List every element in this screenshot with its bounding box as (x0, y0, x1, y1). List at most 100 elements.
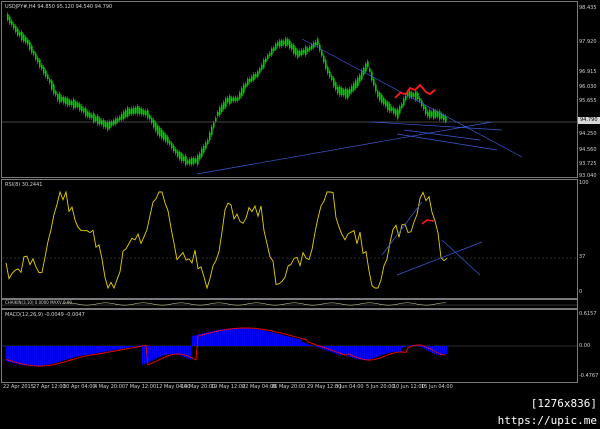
candle-body (351, 86, 353, 92)
macd-histogram-bar (396, 346, 397, 352)
candle-body (75, 102, 77, 108)
candle-body (41, 65, 43, 69)
macd-histogram-bar (288, 336, 289, 346)
candle-body (413, 94, 415, 97)
candle-body (287, 39, 289, 45)
macd-histogram-bar (130, 346, 131, 347)
candle-body (379, 93, 381, 101)
macd-histogram-bar (42, 346, 43, 365)
macd-histogram-bar (96, 346, 97, 353)
macd-histogram-bar (270, 332, 271, 346)
rsi-pane[interactable]: RSI(8) 30.2441 (1, 179, 578, 299)
time-axis-label: 22 Apr 2015 (3, 384, 34, 390)
candle-body (27, 40, 29, 45)
macd-histogram-bar (24, 346, 25, 365)
macd-histogram-bar (300, 340, 301, 346)
macd-histogram-bar (170, 346, 171, 354)
macd-histogram-bar (292, 338, 293, 346)
candle-body (375, 85, 377, 92)
macd-histogram-bar (86, 346, 87, 355)
candle-body (31, 46, 33, 53)
candle-body (277, 42, 279, 46)
candle-body (323, 56, 325, 62)
macd-histogram-bar (148, 346, 149, 362)
macd-histogram-bar (298, 339, 299, 346)
candle-body (319, 45, 321, 51)
macd-histogram-bar (370, 346, 371, 359)
macd-histogram-bar (434, 346, 435, 354)
macd-histogram-bar (272, 332, 273, 346)
candle-body (111, 122, 113, 126)
price-chart-pane[interactable]: USDJPY#,H4 94.850 95.120 94.540 94.790 (1, 1, 578, 178)
candle-body (309, 47, 311, 50)
candle-body (311, 45, 313, 49)
price-axis-label: 96.915 (579, 69, 597, 75)
macd-histogram-bar (316, 346, 317, 347)
macd-histogram-bar (212, 331, 213, 346)
candle-body (7, 14, 9, 20)
macd-histogram-bar (126, 346, 127, 348)
macd-histogram-bar (84, 346, 85, 355)
rsi-level-100: 100 (579, 180, 589, 186)
candle-body (283, 41, 285, 44)
candle-body (343, 90, 345, 96)
macd-histogram-bar (30, 346, 31, 366)
candle-body (423, 105, 425, 109)
rsi-axis: 100 37 0 (578, 179, 600, 297)
macd-histogram-bar (250, 329, 251, 346)
macd-histogram-bar (306, 343, 307, 346)
macd-histogram-bar (278, 334, 279, 346)
macd-histogram-bar (90, 346, 91, 354)
candle-body (387, 102, 389, 110)
time-axis-label: 15 Jun 04:00 (421, 384, 453, 390)
candle-body (229, 96, 231, 104)
candle-body (171, 143, 173, 148)
candle-body (161, 130, 163, 138)
candle-body (365, 64, 367, 72)
macd-pane[interactable]: MACD(12,26,9) -0.0049 -0.0047 (1, 309, 578, 383)
candle-body (187, 160, 189, 163)
candle-body (383, 98, 385, 104)
macd-histogram-bar (94, 346, 95, 354)
macd-histogram-bar (88, 346, 89, 355)
macd-histogram-bar (222, 329, 223, 346)
candle-body (331, 76, 333, 80)
price-axis-label: 97.920 (579, 39, 597, 45)
candle-body (317, 39, 319, 46)
rsi-level-0: 0 (579, 289, 582, 295)
candle-body (381, 95, 383, 103)
macd-histogram-bar (364, 346, 365, 360)
macd-histogram-bar (366, 346, 367, 360)
candle-body (19, 32, 21, 35)
candle-body (65, 98, 67, 104)
macd-histogram-bar (104, 346, 105, 352)
candle-body (417, 93, 419, 99)
oscillator-pane[interactable]: CHAIKIN(3,10) 0.0000 MAXV 0.00 (1, 299, 578, 309)
macd-histogram-bar (420, 346, 421, 347)
macd-histogram-bar (284, 335, 285, 346)
candle-body (429, 110, 431, 117)
candle-body (357, 78, 359, 86)
candle-body (77, 103, 79, 107)
macd-histogram-bar (116, 346, 117, 350)
candle-body (155, 123, 157, 131)
macd-histogram-bar (218, 330, 219, 346)
candle-body (45, 71, 47, 77)
candle-body (435, 111, 437, 118)
candle-body (337, 87, 339, 93)
macd-histogram-bar (100, 346, 101, 353)
macd-histogram-bar (408, 345, 409, 346)
macd-histogram-bar (54, 346, 55, 363)
macd-histogram-bar (382, 346, 383, 355)
macd-histogram-bar (66, 346, 67, 360)
macd-histogram-bar (394, 346, 395, 352)
macd-histogram-bar (242, 328, 243, 346)
macd-histogram-bar (330, 346, 331, 352)
candle-body (341, 88, 343, 95)
candle-body (169, 141, 171, 144)
candle-body (207, 140, 209, 144)
candle-body (205, 143, 207, 149)
candle-body (61, 97, 63, 101)
macd-histogram-bar (128, 346, 129, 348)
macd-histogram-bar (262, 330, 263, 346)
